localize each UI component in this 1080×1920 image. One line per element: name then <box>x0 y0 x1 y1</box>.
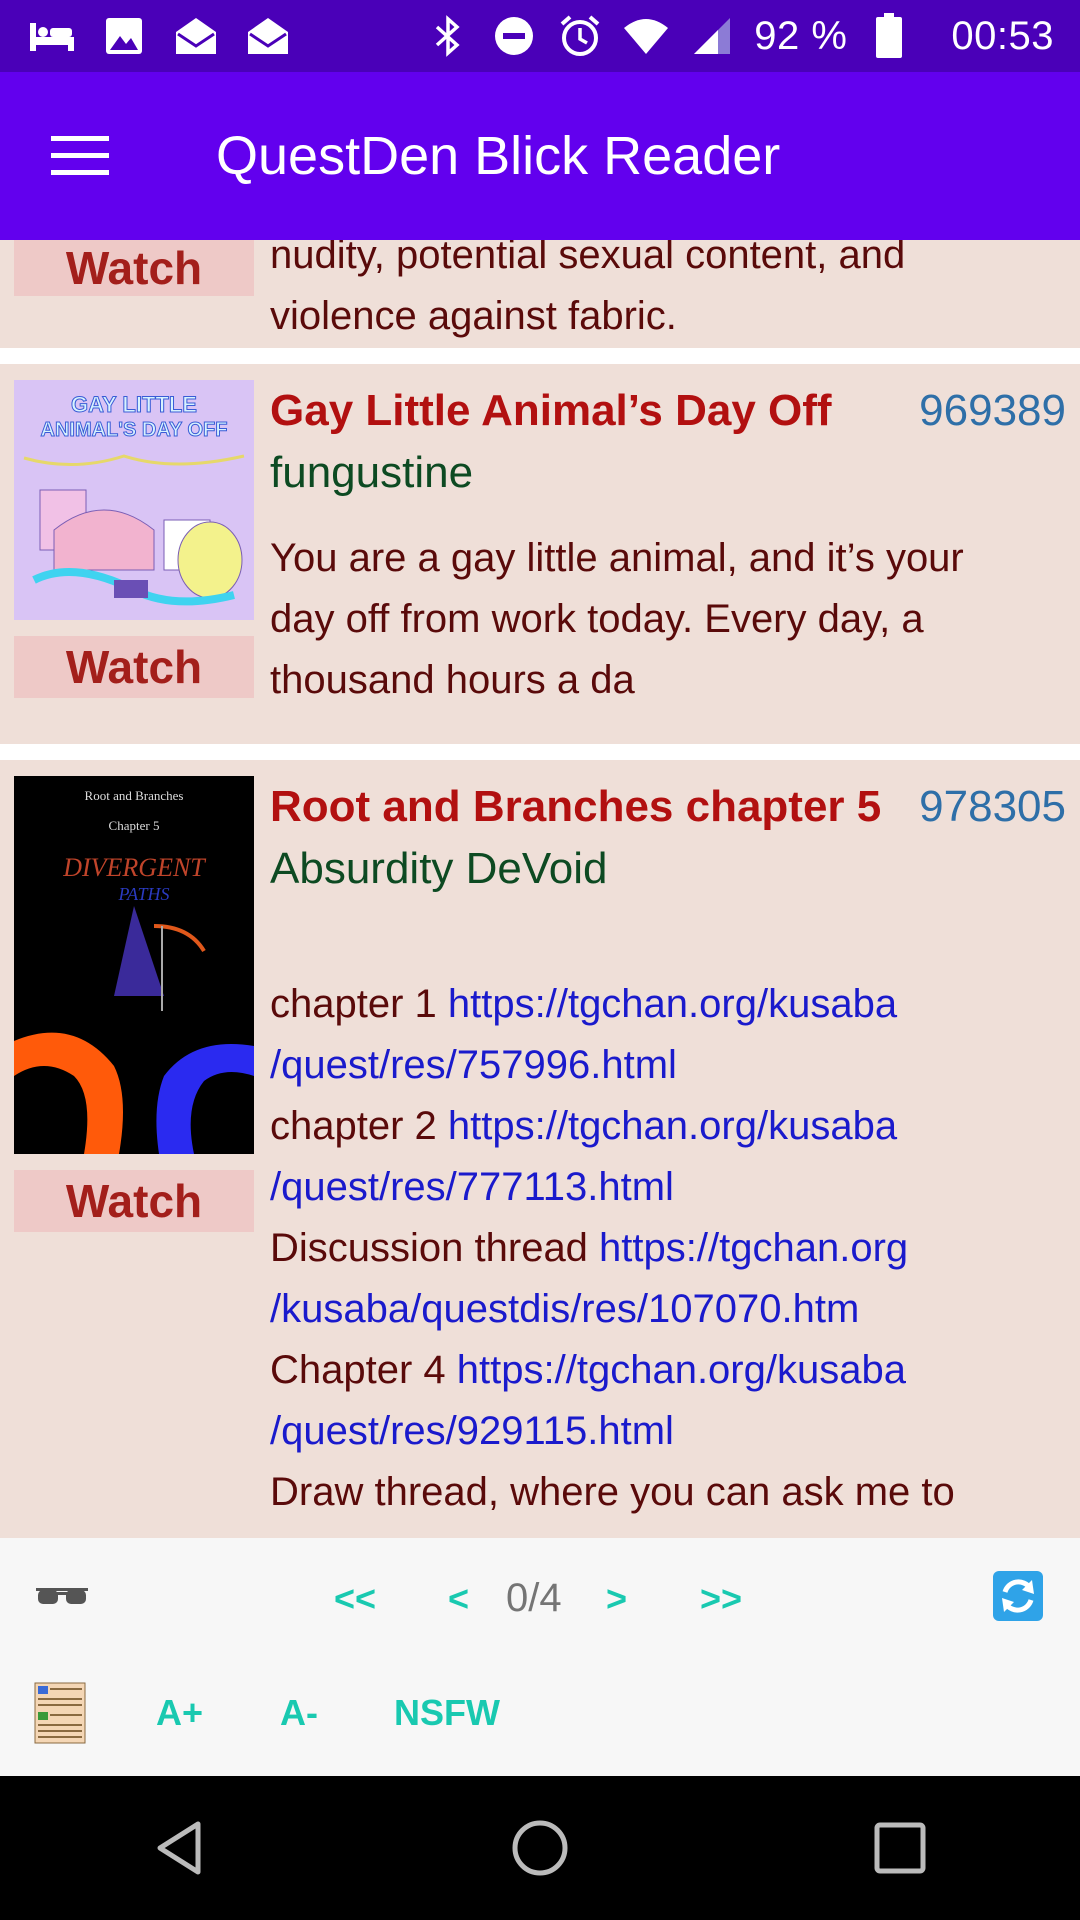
quest-description: chapter 1 https://tgchan.org/kusaba /que… <box>270 982 955 1514</box>
quest-card[interactable]: Root and Branches Chapter 5 DIVERGENT PA… <box>0 760 1080 1538</box>
quest-list[interactable]: Watch nudity, potential sexual content, … <box>0 240 1080 1538</box>
first-page-button[interactable]: << <box>334 1578 376 1620</box>
last-page-button[interactable]: >> <box>700 1578 742 1620</box>
quest-link[interactable]: /quest/res/929115.html <box>270 1409 674 1453</box>
quest-link[interactable]: /quest/res/777113.html <box>270 1165 674 1209</box>
list-view-icon[interactable] <box>34 1682 86 1749</box>
back-button[interactable] <box>120 1788 240 1908</box>
recents-button[interactable] <box>840 1788 960 1908</box>
back-icon <box>157 1821 201 1875</box>
wifi-icon <box>622 16 670 56</box>
bed-icon <box>28 16 76 56</box>
nsfw-toggle-button[interactable]: NSFW <box>394 1692 500 1734</box>
status-bar: 92 % 00:53 <box>0 0 1080 72</box>
home-icon <box>512 1820 568 1876</box>
do-not-disturb-icon <box>490 16 538 56</box>
app-bar: QuestDen Blick Reader <box>0 72 1080 240</box>
quest-title[interactable]: Root and Branches chapter 5 <box>270 782 881 832</box>
watch-button[interactable]: Watch <box>14 1170 254 1232</box>
watch-button[interactable]: Watch <box>14 636 254 698</box>
bluetooth-icon <box>424 15 472 57</box>
alarm-icon <box>556 15 604 56</box>
watch-button[interactable]: Watch <box>14 240 254 296</box>
svg-text:DIVERGENT: DIVERGENT <box>62 853 206 882</box>
home-button[interactable] <box>480 1788 600 1908</box>
image-icon <box>100 16 148 56</box>
quest-card[interactable]: Watch nudity, potential sexual content, … <box>0 240 1080 348</box>
quest-link[interactable]: https://tgchan.org <box>599 1226 908 1270</box>
prev-page-button[interactable]: < <box>448 1578 469 1620</box>
quest-thumbnail[interactable]: Root and Branches Chapter 5 DIVERGENT PA… <box>14 776 254 1154</box>
bottom-toolbar: << < 0/4 > >> A+ A- NSFW <box>0 1538 1080 1776</box>
menu-button[interactable] <box>0 72 160 240</box>
signal-icon <box>688 16 736 56</box>
battery-percent: 92 % <box>754 13 848 58</box>
menu-icon <box>51 136 109 175</box>
quest-author[interactable]: fungustine <box>270 448 1066 498</box>
mail-open-icon <box>244 16 292 56</box>
quest-link[interactable]: https://tgchan.org/kusaba <box>448 1104 897 1148</box>
svg-text:ANIMAL'S DAY OFF: ANIMAL'S DAY OFF <box>41 419 228 441</box>
quest-id[interactable]: 969389 <box>919 386 1066 436</box>
quest-link[interactable]: https://tgchan.org/kusaba <box>457 1348 906 1392</box>
quest-link[interactable]: /quest/res/757996.html <box>270 1043 677 1087</box>
quest-link[interactable]: /kusaba/questdis/res/107070.htm <box>270 1287 859 1331</box>
font-increase-button[interactable]: A+ <box>156 1692 203 1734</box>
svg-text:PATHS: PATHS <box>117 884 169 904</box>
quest-link[interactable]: https://tgchan.org/kusaba <box>448 982 897 1026</box>
svg-text:GAY LITTLE: GAY LITTLE <box>71 392 197 417</box>
glasses-icon[interactable] <box>36 1582 88 1613</box>
quest-description: You are a gay little animal, and it’s yo… <box>270 536 964 702</box>
quest-title[interactable]: Gay Little Animal’s Day Off <box>270 386 832 436</box>
clock: 00:53 <box>951 13 1054 58</box>
svg-text:Root and Branches: Root and Branches <box>85 788 184 803</box>
app-title: QuestDen Blick Reader <box>216 126 781 186</box>
page-counter: 0/4 <box>506 1576 562 1620</box>
system-nav-bar <box>0 1776 1080 1920</box>
battery-icon <box>865 13 913 58</box>
quest-thumbnail[interactable]: GAY LITTLE ANIMAL'S DAY OFF <box>14 380 254 620</box>
quest-id[interactable]: 978305 <box>919 782 1066 832</box>
quest-description: nudity, potential sexual content, and vi… <box>270 240 906 338</box>
next-page-button[interactable]: > <box>606 1578 627 1620</box>
refresh-icon[interactable] <box>992 1570 1044 1627</box>
mail-open-icon <box>172 16 220 56</box>
font-decrease-button[interactable]: A- <box>280 1692 318 1734</box>
quest-author[interactable]: Absurdity DeVoid <box>270 844 1066 894</box>
recents-icon <box>874 1822 926 1874</box>
quest-card[interactable]: GAY LITTLE ANIMAL'S DAY OFF Watch Gay Li… <box>0 364 1080 744</box>
svg-text:Chapter 5: Chapter 5 <box>109 818 160 833</box>
